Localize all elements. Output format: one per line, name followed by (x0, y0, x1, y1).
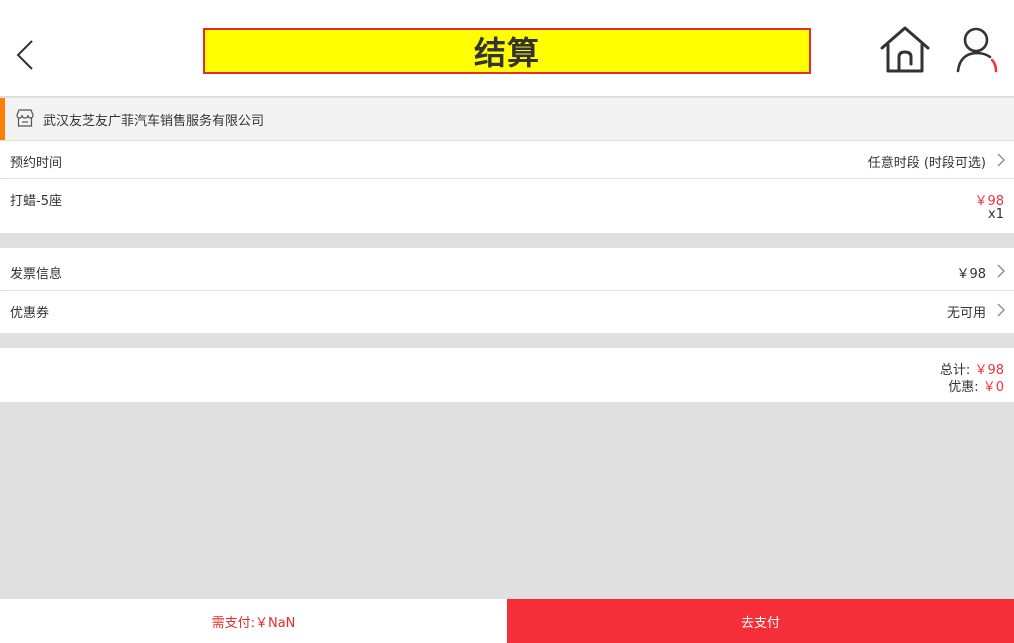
invoice-label: 发票信息 (10, 267, 63, 282)
pay-button[interactable]: 去支付 (507, 599, 1014, 643)
user-icon[interactable] (952, 24, 1002, 76)
appointment-label: 预约时间 (10, 156, 63, 171)
discount-line: 优惠: ￥0 (948, 376, 1004, 395)
appointment-row[interactable]: 预约时间 任意时段 (时段可选) (0, 141, 1014, 178)
home-icon[interactable] (876, 24, 934, 76)
discount-value: ￥0 (982, 380, 1004, 395)
service-name: 打蜡-5座 (10, 194, 62, 209)
chevron-right-icon (997, 153, 1005, 167)
shop-name: 武汉友芝友广菲汽车销售服务有限公司 (43, 114, 265, 129)
coupon-value: 无可用 (946, 306, 986, 321)
shop-accent-bar (0, 98, 5, 140)
footer-bar: 需支付:￥NaN 去支付 (0, 599, 1014, 643)
service-item-row: 打蜡-5座 ￥98 x1 (0, 179, 1014, 233)
coupon-label: 优惠券 (10, 306, 50, 321)
page-title: 结算 (473, 34, 540, 72)
chevron-left-icon[interactable] (12, 36, 40, 74)
service-quantity: x1 (988, 207, 1004, 222)
chevron-right-icon (997, 303, 1005, 317)
summary-row: 总计: ￥98 优惠: ￥0 (0, 348, 1014, 402)
shop-bar: 武汉友芝友广菲汽车销售服务有限公司 (0, 98, 1014, 140)
store-icon (16, 109, 34, 127)
discount-label: 优惠: (948, 380, 979, 395)
appointment-value: 任意时段 (时段可选) (867, 156, 986, 171)
invoice-value: ￥98 (956, 267, 986, 282)
invoice-row[interactable]: 发票信息 ￥98 (0, 248, 1014, 290)
page-title-box: 结算 (203, 28, 811, 74)
header-bar: 结算 (0, 0, 1014, 97)
pay-amount: 需支付:￥NaN (0, 599, 507, 643)
chevron-right-icon (997, 264, 1005, 278)
coupon-row[interactable]: 优惠券 无可用 (0, 291, 1014, 333)
